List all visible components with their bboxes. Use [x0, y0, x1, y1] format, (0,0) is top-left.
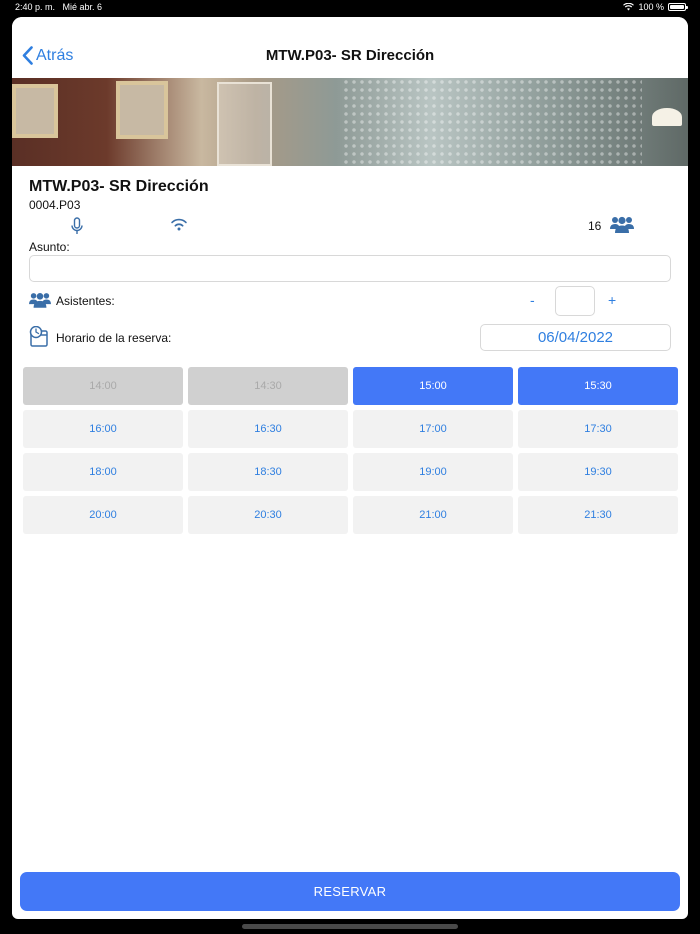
room-banner-image [12, 78, 688, 166]
time-slot-1630[interactable]: 16:30 [188, 410, 348, 448]
status-bar: 2:40 p. m. Mié abr. 6 100 % [0, 0, 700, 16]
date-picker-field[interactable]: 06/04/2022 [480, 324, 671, 351]
status-right: 100 % [623, 2, 688, 12]
subject-label: Asunto: [29, 240, 70, 254]
page-title: MTW.P03- SR Dirección [265, 47, 435, 64]
home-indicator [242, 924, 458, 929]
time-slot-1930[interactable]: 19:30 [518, 453, 678, 491]
calendar-clock-icon [29, 326, 48, 347]
people-icon [610, 216, 634, 233]
time-slot-1400: 14:00 [23, 367, 183, 405]
attendees-label: Asistentes: [56, 294, 115, 308]
wifi-status-icon [623, 3, 635, 11]
time-slot-1700[interactable]: 17:00 [353, 410, 513, 448]
battery-percent: 100 % [638, 2, 664, 12]
reserve-button[interactable]: RESERVAR [20, 872, 680, 911]
time-slot-1900[interactable]: 19:00 [353, 453, 513, 491]
time-slot-2100[interactable]: 21:00 [353, 496, 513, 534]
time-slot-2000[interactable]: 20:00 [23, 496, 183, 534]
attendees-people-icon [29, 292, 51, 308]
attendees-increment-button[interactable]: + [608, 292, 616, 308]
status-time: 2:40 p. m. Mié abr. 6 [15, 2, 102, 12]
time-slot-1530[interactable]: 15:30 [518, 367, 678, 405]
navigation-bar: Atrás MTW.P03- SR Dirección [12, 17, 688, 78]
attendees-count-input[interactable] [555, 286, 595, 316]
subject-input[interactable] [29, 255, 671, 282]
wifi-icon [171, 218, 187, 231]
time-slot-1800[interactable]: 18:00 [23, 453, 183, 491]
time-slot-2030[interactable]: 20:30 [188, 496, 348, 534]
app-screen: Atrás MTW.P03- SR Dirección MTW.P03- SR … [12, 17, 688, 919]
status-date: Mié abr. 6 [62, 2, 103, 12]
time-slot-grid: 14:00 14:30 15:00 15:30 16:00 16:30 17:00 17:30… [23, 367, 678, 534]
microphone-icon [71, 217, 83, 234]
time-slot-2130[interactable]: 21:30 [518, 496, 678, 534]
time-slot-1830[interactable]: 18:30 [188, 453, 348, 491]
time-slot-1430: 14:30 [188, 367, 348, 405]
schedule-label: Horario de la reserva: [56, 331, 172, 345]
status-clock: 2:40 p. m. [15, 2, 56, 12]
room-name: MTW.P03- SR Dirección [29, 178, 209, 195]
time-slot-1500[interactable]: 15:00 [353, 367, 513, 405]
time-slot-1600[interactable]: 16:00 [23, 410, 183, 448]
battery-icon [668, 3, 688, 11]
time-slot-1730[interactable]: 17:30 [518, 410, 678, 448]
room-capacity: 16 [588, 219, 602, 233]
room-code: 0004.P03 [29, 198, 81, 212]
attendees-decrement-button[interactable]: - [530, 292, 535, 308]
